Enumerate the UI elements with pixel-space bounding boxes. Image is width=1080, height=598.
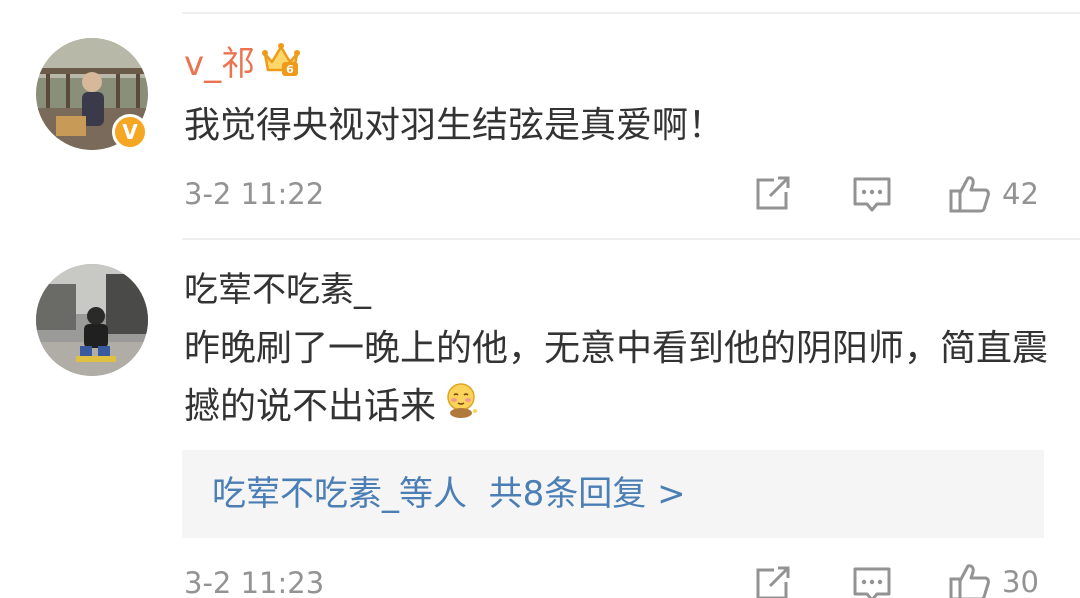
comment-list: V v_祁 6 我觉得央视对羽生结弦是真爱啊！ 3-2 11:22 42 吃荤不…: [0, 0, 1080, 598]
reply-count[interactable]: 共8条回复: [489, 474, 647, 514]
like-count: 42: [1002, 177, 1039, 211]
reply-suffix: 等人: [399, 474, 467, 514]
like-count: 30: [1002, 565, 1039, 598]
comment-icon: [853, 567, 891, 598]
comment-button[interactable]: [852, 566, 892, 598]
avatar[interactable]: [36, 264, 148, 376]
view-replies-link[interactable]: 吃荤不吃素_等人 共8条回复 >: [212, 474, 686, 514]
comment-icon: [853, 177, 891, 212]
repost-icon: [756, 566, 790, 598]
username[interactable]: 吃荤不吃素_: [184, 270, 371, 310]
svg-text:6: 6: [286, 63, 294, 76]
reply-author[interactable]: 吃荤不吃素_: [212, 474, 399, 514]
divider: [182, 12, 1080, 14]
divider: [182, 238, 1080, 240]
thumbs-up-icon: [949, 176, 990, 213]
replies-preview[interactable]: 吃荤不吃素_等人 共8条回复 >: [182, 450, 1044, 538]
comment-text: 昨晚刷了一晚上的他，无意中看到他的阴阳师，简直震撼的说不出话来: [184, 320, 1064, 437]
verified-v-icon: V: [112, 114, 148, 150]
timestamp: 3-2 11:22: [184, 177, 325, 211]
comment-text: 我觉得央视对羽生结弦是真爱啊！: [184, 105, 725, 146]
like-button[interactable]: 42: [948, 174, 1039, 214]
comment-text-body: 昨晚刷了一晚上的他，无意中看到他的阴阳师，简直震撼的说不出话来: [184, 328, 1049, 427]
like-button[interactable]: 30: [948, 562, 1039, 598]
comment-button[interactable]: [852, 176, 892, 214]
repost-button[interactable]: [754, 176, 792, 212]
thumbs-up-icon: [949, 564, 990, 598]
username[interactable]: v_祁: [184, 44, 255, 84]
timestamp: 3-2 11:23: [184, 566, 325, 598]
repost-icon: [756, 176, 790, 210]
shy-face-emoji-icon: [442, 379, 480, 437]
avatar-photo: [36, 264, 148, 376]
repost-button[interactable]: [754, 566, 792, 598]
chevron-right-icon: >: [657, 474, 686, 514]
vip-crown-icon[interactable]: 6: [262, 42, 300, 80]
